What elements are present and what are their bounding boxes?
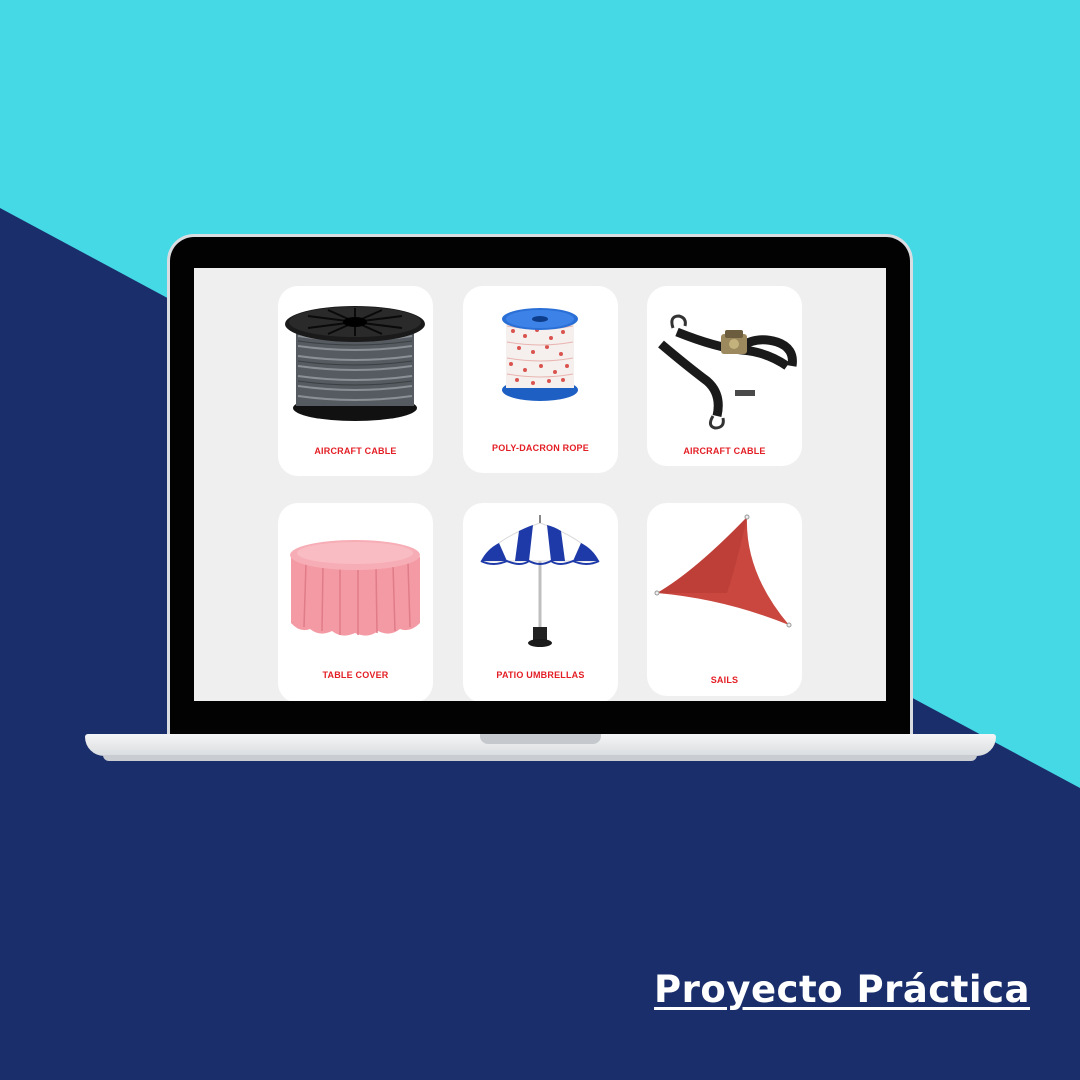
cable-reel-icon	[285, 306, 425, 421]
ratchet-strap-icon	[658, 314, 797, 430]
brand-title: Proyecto Práctica	[654, 968, 1030, 1011]
table-cover-icon	[290, 540, 420, 636]
rope-spool-icon	[502, 308, 578, 401]
product-label: SAILS	[710, 675, 739, 685]
product-card[interactable]: POLY-DACRON ROPE	[463, 286, 618, 473]
product-label: POLY-DACRON ROPE	[492, 443, 589, 453]
product-label: TABLE COVER	[322, 670, 389, 680]
product-label: AIRCRAFT CABLE	[314, 446, 397, 456]
laptop-screen: AIRCRAFT CABLE POLY-DACRON ROPE AIRCRAFT…	[194, 268, 886, 701]
product-label: AIRCRAFT CABLE	[683, 446, 766, 456]
patio-umbrella-icon	[480, 515, 600, 647]
product-card[interactable]: TABLE COVER	[278, 503, 433, 701]
product-card[interactable]: AIRCRAFT CABLE	[647, 286, 802, 466]
product-label: PATIO UMBRELLAS	[496, 670, 585, 680]
product-card[interactable]: PATIO UMBRELLAS	[463, 503, 618, 701]
shade-sail-icon	[654, 514, 792, 628]
product-card[interactable]: AIRCRAFT CABLE	[278, 286, 433, 476]
laptop-base-foot	[103, 755, 977, 761]
laptop-notch	[480, 734, 601, 744]
product-card[interactable]: SAILS	[647, 503, 802, 696]
